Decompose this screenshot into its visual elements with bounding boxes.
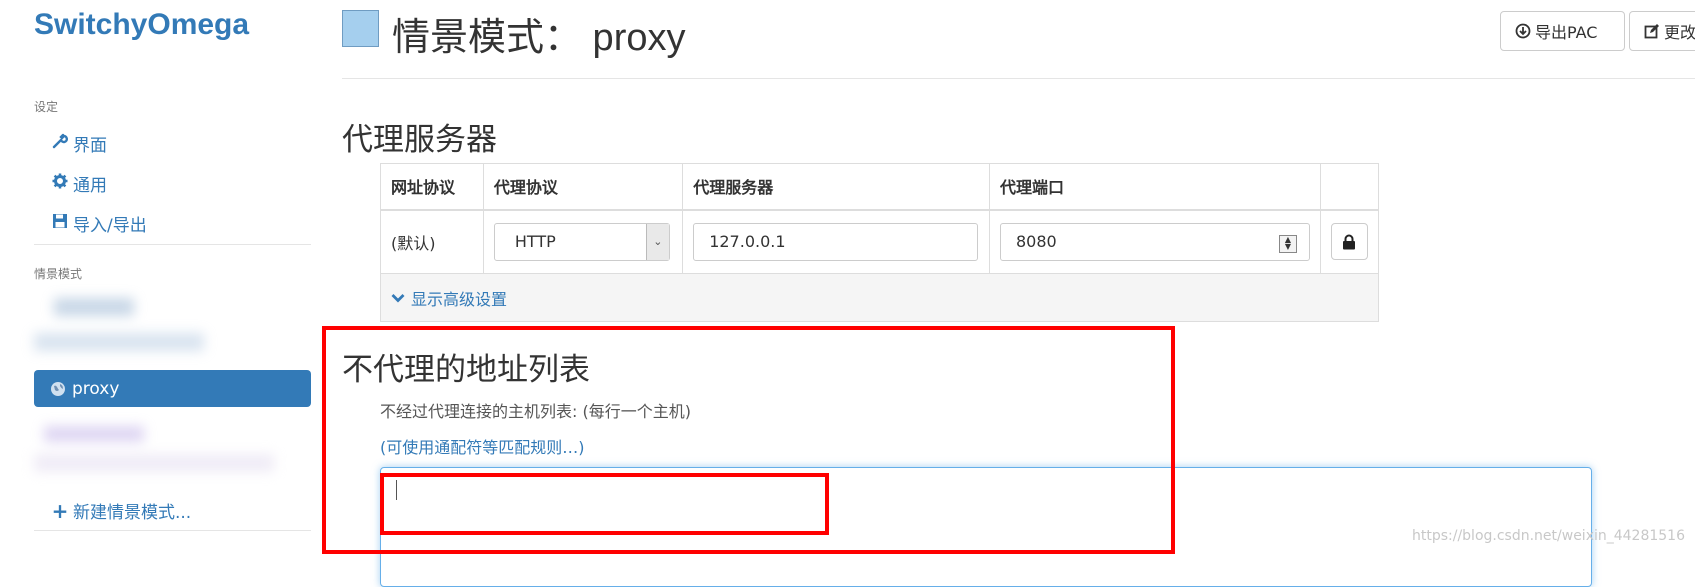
wrench-icon [51, 133, 69, 154]
gear-icon [51, 173, 69, 194]
blurred-profile-list-2 [34, 418, 284, 478]
watermark: https://blog.csdn.net/weixin_44281516 [1411, 528, 1685, 544]
column-header-port: 代理端口 [988, 163, 1321, 211]
sidebar-item-label: 界面 [73, 136, 107, 156]
sidebar-item-proxy[interactable]: proxy [34, 370, 311, 407]
proxy-server-input[interactable]: 127.0.0.1 [693, 222, 979, 261]
actions-cell [1319, 209, 1380, 274]
port-spinner[interactable]: ▲ ▼ [1278, 234, 1297, 253]
column-header-server: 代理服务器 [682, 163, 990, 211]
column-header-scheme: 网址协议 [380, 163, 484, 211]
table-row: (默认) HTTP ⌄ 127.0.0.1 8080 ▲ ▼ [380, 209, 1380, 274]
sidebar-item-interface[interactable]: 界面 [51, 131, 107, 156]
proxy-port-input[interactable]: 8080 ▲ ▼ [999, 222, 1310, 261]
export-pac-label: 导出PAC [1535, 23, 1598, 42]
chevron-down-icon [391, 293, 405, 303]
proxy-servers-table: 网址协议 代理协议 代理服务器 代理端口 (默认) HTTP ⌄ 127.0.0… [380, 163, 1380, 322]
export-pac-button[interactable]: 导出PAC [1500, 11, 1625, 51]
chevron-down-icon: ⌄ [645, 223, 669, 260]
advanced-row: 显示高级设置 [380, 273, 1379, 322]
page-title: 情景模式： proxy [392, 17, 686, 59]
settings-section-header: 设定 [34, 100, 59, 114]
server-cell: 127.0.0.1 [682, 209, 990, 274]
plus-icon: + [51, 498, 69, 523]
profiles-section-header: 情景模式 [34, 267, 83, 281]
sidebar-item-import-export[interactable]: 导入/导出 [51, 211, 147, 236]
port-cell: 8080 ▲ ▼ [988, 209, 1321, 274]
proxy-server-value: 127.0.0.1 [709, 232, 786, 252]
show-advanced-link[interactable]: 显示高级设置 [391, 286, 507, 310]
globe-icon [50, 381, 66, 397]
lock-icon [1342, 234, 1356, 250]
blurred-profile-list [34, 288, 204, 360]
download-icon [1515, 23, 1531, 39]
header-divider [342, 78, 1695, 79]
column-header-actions [1319, 163, 1380, 211]
protocol-value: HTTP [514, 232, 556, 252]
sidebar-item-general[interactable]: 通用 [51, 171, 107, 196]
proxy-port-value: 8080 [1015, 232, 1057, 252]
edit-button[interactable]: 更改 [1629, 11, 1695, 51]
edit-icon [1644, 23, 1660, 39]
profile-color-swatch[interactable] [342, 10, 379, 47]
column-header-protocol: 代理协议 [482, 163, 684, 211]
sidebar-item-label: 导入/导出 [73, 216, 147, 236]
sidebar-divider [34, 244, 311, 245]
table-header-row: 网址协议 代理协议 代理服务器 代理端口 [380, 163, 1380, 211]
sidebar-divider-bottom [34, 530, 311, 531]
sidebar-item-label: 通用 [73, 176, 107, 196]
new-profile-label: 新建情景模式... [73, 503, 192, 523]
edit-label: 更改 [1664, 23, 1695, 42]
advanced-cell: 显示高级设置 [380, 273, 1379, 322]
app-brand[interactable]: SwitchyOmega [34, 8, 249, 42]
floppy-icon [51, 213, 69, 234]
sidebar-item-label: proxy [72, 378, 120, 399]
show-advanced-label: 显示高级设置 [411, 289, 508, 309]
scheme-cell: (默认) [380, 209, 484, 274]
new-profile-button[interactable]: + 新建情景模式... [51, 498, 192, 524]
proxy-servers-title: 代理服务器 [342, 122, 497, 157]
protocol-select[interactable]: HTTP ⌄ [493, 222, 670, 261]
auth-lock-button[interactable] [1330, 223, 1368, 261]
highlight-box-input [380, 473, 829, 535]
protocol-cell: HTTP ⌄ [482, 209, 684, 274]
